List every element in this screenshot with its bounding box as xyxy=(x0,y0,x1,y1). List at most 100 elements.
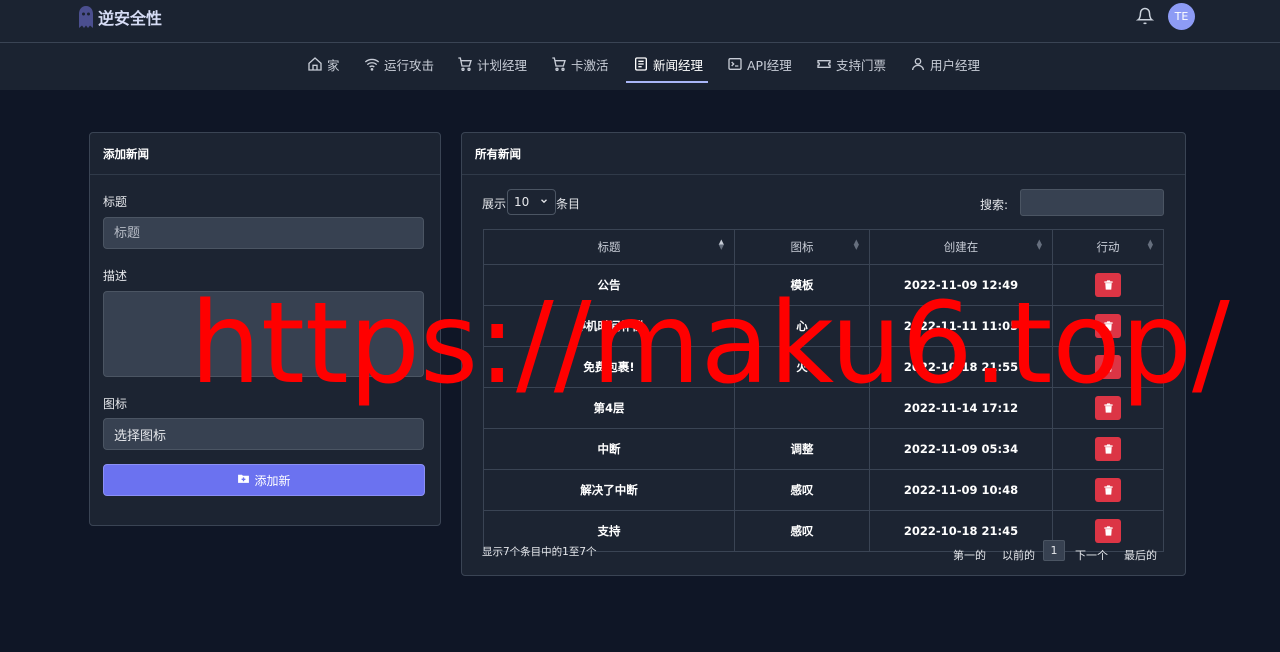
cell-icon: 感叹 xyxy=(734,510,870,552)
entries-length-select[interactable]: 10 xyxy=(507,189,556,215)
nav-item-support-tickets[interactable]: 支持门票 xyxy=(816,43,886,85)
column-header-title[interactable]: 标题 ▲ ▼ xyxy=(483,229,735,265)
trash-icon xyxy=(1103,280,1113,290)
cell-title: 第4层 xyxy=(483,387,735,429)
cell-title: 停机时间补偿 xyxy=(483,305,735,347)
nav-label: 用户经理 xyxy=(930,57,981,73)
delete-button[interactable] xyxy=(1095,437,1121,461)
cell-actions xyxy=(1052,469,1164,511)
search-input[interactable] xyxy=(1020,189,1164,216)
table-row: 第4层 2022-11-14 17:12 xyxy=(483,387,1164,429)
pagination-current[interactable]: 1 xyxy=(1043,540,1065,561)
nav-label: 卡激活 xyxy=(571,57,609,73)
all-news-card: 所有新闻 展示 10 条目 搜索: 标题 ▲ ▼ 图标 ▲ ▼ 创建在 ▲ ▼ 行动 ▲ ▼ 公… xyxy=(461,132,1186,576)
icon-label: 图标 xyxy=(103,397,128,411)
news-icon xyxy=(633,56,649,72)
users-icon xyxy=(910,56,926,72)
add-news-button-label: 添加新 xyxy=(254,473,291,488)
cart-icon xyxy=(551,56,567,72)
cell-created: 2022-11-14 17:12 xyxy=(869,387,1053,429)
cell-icon: 调整 xyxy=(734,428,870,470)
cell-actions xyxy=(1052,264,1164,306)
pagination-next[interactable]: 下一个 xyxy=(1075,547,1108,563)
cell-actions xyxy=(1052,510,1164,552)
brand-name: 逆安全性 xyxy=(98,9,163,28)
cell-actions xyxy=(1052,305,1164,347)
trash-icon xyxy=(1103,444,1113,454)
terminal-icon xyxy=(727,56,743,72)
nav-label: 运行攻击 xyxy=(384,57,435,73)
active-tab-indicator xyxy=(626,81,708,83)
column-header-actions[interactable]: 行动 ▲ ▼ xyxy=(1052,229,1164,265)
brand[interactable]: 逆安全性 xyxy=(78,5,162,29)
add-news-title: 添加新闻 xyxy=(90,133,440,175)
nav-label: 家 xyxy=(327,57,340,73)
sort-icon: ▲ ▼ xyxy=(1036,238,1042,251)
description-textarea[interactable] xyxy=(103,291,424,377)
pagination-previous[interactable]: 以前的 xyxy=(1002,547,1035,563)
cell-actions xyxy=(1052,346,1164,388)
length-value: 10 xyxy=(514,195,530,209)
icon-select-value: 选择图标 xyxy=(114,428,167,444)
cell-icon: 感叹 xyxy=(734,469,870,511)
sort-icon: ▲ ▼ xyxy=(1147,238,1153,251)
length-prefix: 展示 xyxy=(482,197,507,211)
cell-created: 2022-10-18 21:45 xyxy=(869,510,1053,552)
delete-button[interactable] xyxy=(1095,314,1121,338)
add-news-button[interactable]: 添加新 xyxy=(103,464,425,496)
nav-item-card-activation[interactable]: 卡激活 xyxy=(551,43,609,85)
nav-item-user-manager[interactable]: 用户经理 xyxy=(910,43,980,85)
delete-button[interactable] xyxy=(1095,396,1121,420)
cell-created: 2022-10-18 21:55 xyxy=(869,346,1053,388)
cell-title: 免费包裹! xyxy=(483,346,735,388)
cell-created: 2022-11-09 05:34 xyxy=(869,428,1053,470)
add-news-card: 添加新闻 标题 描述 图标 选择图标 添加新 xyxy=(89,132,441,526)
column-header-icon[interactable]: 图标 ▲ ▼ xyxy=(734,229,870,265)
table-row: 解决了中断 感叹 2022-11-09 10:48 xyxy=(483,469,1164,511)
icon-select[interactable]: 选择图标 xyxy=(103,418,424,450)
nav-item-plan-manager[interactable]: 计划经理 xyxy=(457,43,527,85)
nav-label: API经理 xyxy=(747,57,792,73)
table-info: 显示7个条目中的1至7个 xyxy=(482,546,597,558)
delete-button[interactable] xyxy=(1095,273,1121,297)
chevron-down-icon xyxy=(539,195,549,209)
length-suffix: 条目 xyxy=(556,197,581,211)
cell-created: 2022-11-09 12:49 xyxy=(869,264,1053,306)
delete-button[interactable] xyxy=(1095,355,1121,379)
table-row: 公告 模板 2022-11-09 12:49 xyxy=(483,264,1164,306)
search-label: 搜索: xyxy=(980,198,1009,212)
ghost-logo-icon xyxy=(78,5,94,29)
table-row: 中断 调整 2022-11-09 05:34 xyxy=(483,428,1164,470)
cell-actions xyxy=(1052,387,1164,429)
cell-title: 公告 xyxy=(483,264,735,306)
sort-icon: ▲ ▼ xyxy=(853,238,859,251)
folder-plus-icon xyxy=(237,472,250,488)
nav-label: 支持门票 xyxy=(836,57,887,73)
pagination-first[interactable]: 第一的 xyxy=(953,547,986,563)
nav-item-news-manager[interactable]: 新闻经理 xyxy=(633,43,703,85)
bell-icon[interactable] xyxy=(1135,7,1155,28)
cell-created: 2022-11-11 11:05 xyxy=(869,305,1053,347)
cart-icon xyxy=(457,56,473,72)
trash-icon xyxy=(1103,403,1113,413)
trash-icon xyxy=(1103,485,1113,495)
cell-actions xyxy=(1052,428,1164,470)
delete-button[interactable] xyxy=(1095,519,1121,543)
title-label: 标题 xyxy=(103,195,128,209)
news-table: 标题 ▲ ▼ 图标 ▲ ▼ 创建在 ▲ ▼ 行动 ▲ ▼ 公告 模板 2022-11-09 12… xyxy=(483,229,1164,552)
cell-created: 2022-11-09 10:48 xyxy=(869,469,1053,511)
column-header-created[interactable]: 创建在 ▲ ▼ xyxy=(869,229,1053,265)
avatar[interactable]: TE xyxy=(1168,3,1195,30)
cell-title: 解决了中断 xyxy=(483,469,735,511)
nav-label: 计划经理 xyxy=(477,57,528,73)
nav-item-run-attack[interactable]: 运行攻击 xyxy=(364,43,434,85)
title-input[interactable] xyxy=(103,217,424,249)
delete-button[interactable] xyxy=(1095,478,1121,502)
nav-item-api-manager[interactable]: API经理 xyxy=(727,43,792,85)
sort-icon: ▲ ▼ xyxy=(718,238,724,251)
cell-icon xyxy=(734,387,870,429)
all-news-title: 所有新闻 xyxy=(462,133,1185,175)
pagination-last[interactable]: 最后的 xyxy=(1124,547,1157,563)
description-label: 描述 xyxy=(103,269,128,283)
nav-item-home[interactable]: 家 xyxy=(307,43,340,85)
